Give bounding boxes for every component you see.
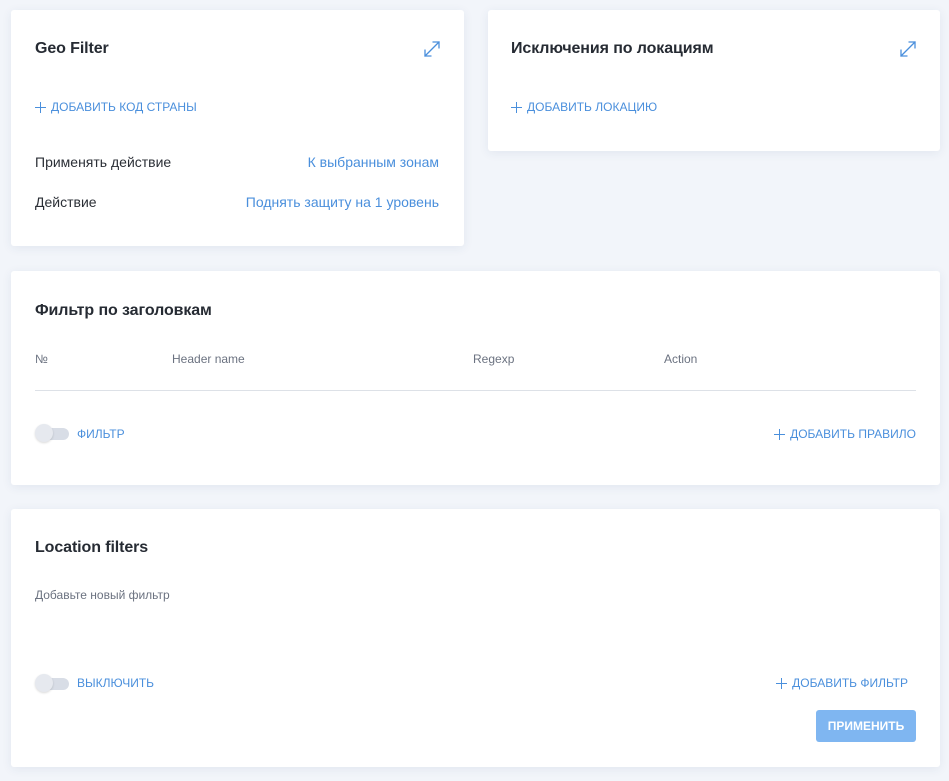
header-filter-card: Фильтр по заголовкам № Header name Regex… (11, 271, 940, 485)
add-location-label: ДОБАВИТЬ ЛОКАЦИЮ (527, 100, 658, 114)
plus-icon (774, 428, 786, 440)
add-country-code-label: ДОБАВИТЬ КОД СТРАНЫ (51, 100, 197, 114)
filter-toggle-label[interactable]: ФИЛЬТР (77, 427, 125, 441)
location-filters-card: Location filters Добавьте новый фильтр В… (11, 509, 940, 767)
apply-button[interactable]: ПРИМЕНИТЬ (816, 710, 916, 742)
add-filter-button[interactable]: ДОБАВИТЬ ФИЛЬТР (776, 676, 908, 690)
column-header-header-name: Header name (172, 352, 245, 366)
expand-icon[interactable] (898, 39, 918, 59)
add-location-button[interactable]: ДОБАВИТЬ ЛОКАЦИЮ (511, 100, 657, 114)
filter-toggle[interactable] (35, 424, 69, 442)
location-exceptions-title: Исключения по локациям (511, 40, 714, 57)
column-header-action: Action (664, 352, 698, 366)
apply-action-label: Применять действие (35, 154, 172, 170)
empty-filters-hint: Добавьте новый фильтр (35, 588, 170, 602)
action-value[interactable]: Поднять защиту на 1 уровень (246, 194, 439, 210)
table-divider (35, 390, 916, 391)
header-filter-title: Фильтр по заголовкам (35, 302, 212, 319)
plus-icon (35, 101, 46, 113)
disable-toggle-label[interactable]: ВЫКЛЮЧИТЬ (77, 676, 154, 690)
action-label: Действие (35, 194, 97, 210)
expand-icon[interactable] (422, 39, 442, 59)
plus-icon (776, 677, 788, 689)
add-country-code-button[interactable]: ДОБАВИТЬ КОД СТРАНЫ (35, 100, 197, 114)
plus-icon (511, 101, 522, 113)
geo-filter-card: Geo Filter ДОБАВИТЬ КОД СТРАНЫ Применять… (11, 10, 464, 246)
geo-filter-title: Geo Filter (35, 40, 109, 57)
add-rule-label: ДОБАВИТЬ ПРАВИЛО (790, 427, 916, 441)
disable-toggle[interactable] (35, 674, 69, 692)
add-filter-label: ДОБАВИТЬ ФИЛЬТР (792, 676, 908, 690)
location-filters-title: Location filters (35, 539, 149, 556)
column-header-regexp: Regexp (473, 352, 515, 366)
column-header-number: № (35, 352, 48, 366)
location-exceptions-card: Исключения по локациям ДОБАВИТЬ ЛОКАЦИЮ (488, 10, 940, 151)
apply-action-value[interactable]: К выбранным зонам (308, 154, 439, 170)
add-rule-button[interactable]: ДОБАВИТЬ ПРАВИЛО (774, 427, 916, 441)
